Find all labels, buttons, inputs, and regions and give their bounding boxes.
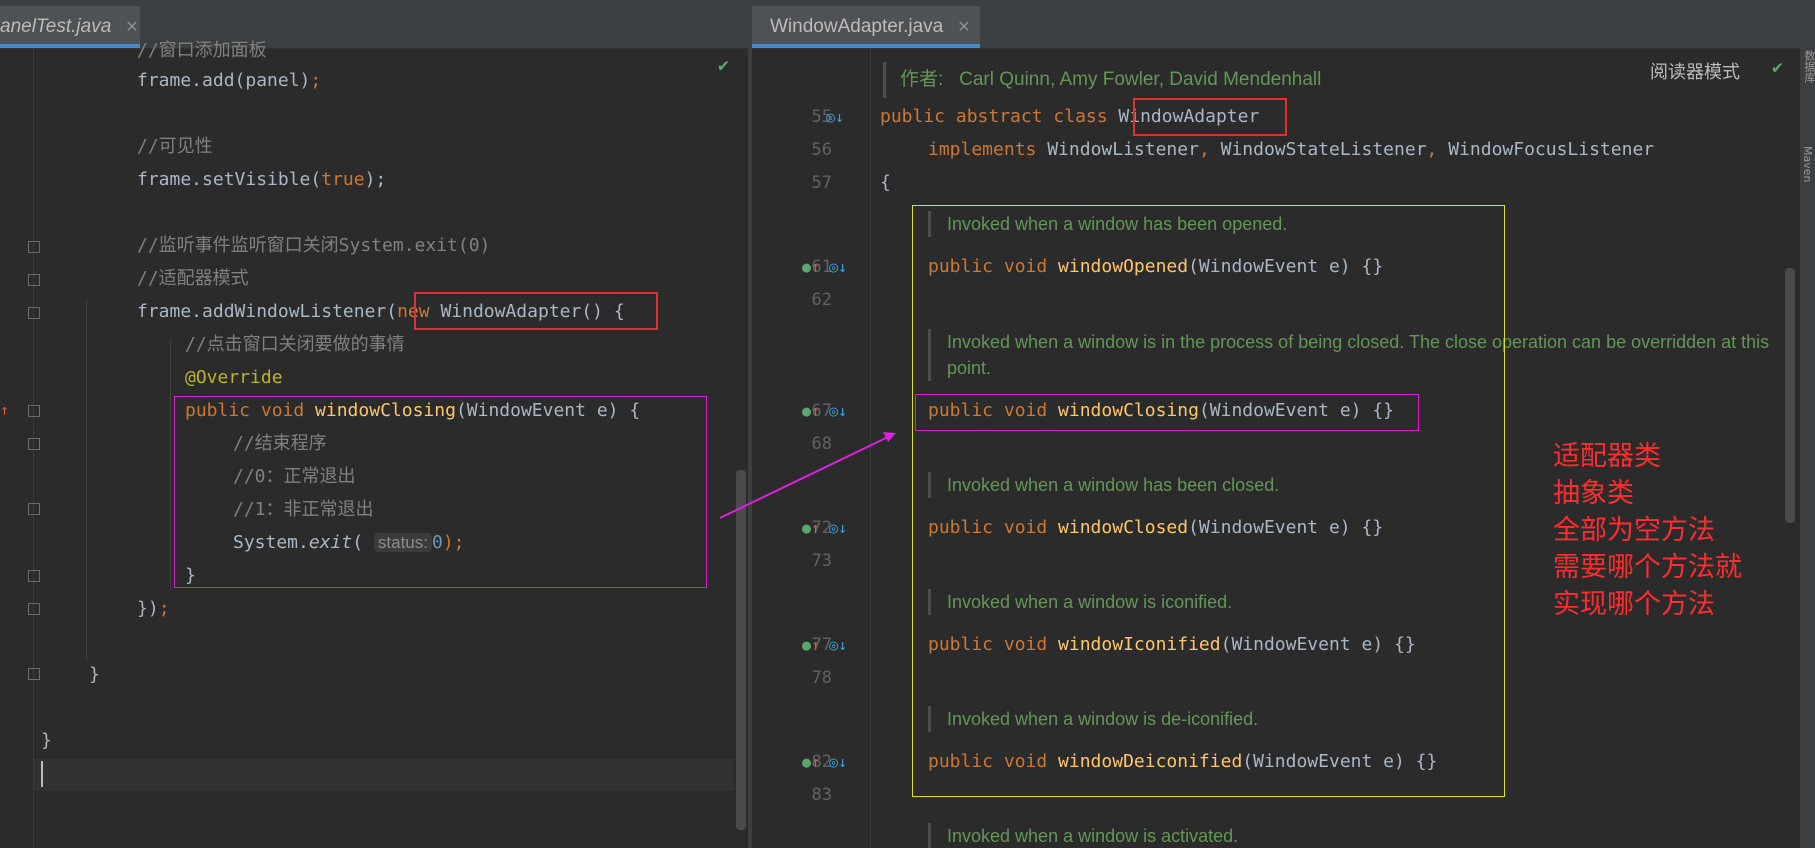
tab-paneltest[interactable]: anelTest.java ✕: [0, 6, 140, 48]
close-icon[interactable]: ✕: [957, 17, 970, 37]
close-icon[interactable]: ✕: [125, 17, 138, 37]
fold-icon[interactable]: [28, 603, 40, 615]
active-tab-indicator: [0, 44, 140, 48]
line-number: 73: [811, 551, 832, 571]
code-line: //可见性: [137, 136, 213, 157]
code-line: }: [41, 730, 52, 751]
caret-row-highlight: [34, 759, 734, 791]
code-line: {: [880, 172, 891, 193]
check-icon: ✔: [1772, 57, 1783, 78]
highlight-class-name: [1133, 98, 1287, 136]
check-icon: ✔: [718, 55, 729, 76]
right-tab-bar: WindowAdapter.java ✕: [752, 0, 1815, 49]
indent-guide: [170, 340, 171, 590]
annotation-text: 适配器类 抽象类 全部为空方法 需要哪个方法就 实现哪个方法: [1553, 441, 1742, 620]
line-number: 62: [811, 290, 832, 310]
code-line: });: [137, 598, 170, 619]
gutter-icons[interactable]: ●↑ ◎↓: [802, 401, 847, 421]
fold-icon[interactable]: [28, 274, 40, 286]
code-line: //监听事件监听窗口关闭System.exit(0): [137, 235, 491, 256]
line-number: 56: [811, 140, 832, 160]
fold-icon[interactable]: [28, 307, 40, 319]
doc-author: 作者: Carl Quinn, Amy Fowler, David Menden…: [883, 62, 1321, 98]
text-caret: [41, 761, 43, 787]
tab-label: anelTest.java: [0, 16, 112, 37]
indent-guide: [86, 300, 87, 660]
code-line: }: [89, 664, 100, 685]
gutter-icons[interactable]: ●↑ ◎↓: [802, 752, 847, 772]
gutter-icons[interactable]: ●↑ ◎↓: [802, 635, 847, 655]
code-line: //点击窗口关闭要做的事情: [185, 334, 405, 355]
fold-icon[interactable]: [28, 241, 40, 253]
highlight-new-windowadapter: [414, 292, 658, 330]
line-number: 78: [811, 668, 832, 688]
code-line: @Override: [185, 367, 283, 388]
left-tab-bar: anelTest.java ✕: [0, 0, 748, 49]
highlight-windowclosing-impl: [174, 396, 707, 588]
annotation-arrow: [719, 432, 896, 519]
doc-comment: Invoked when a window is activated.: [928, 823, 1777, 848]
tab-label: WindowAdapter.java: [770, 16, 944, 37]
code-line: //适配器模式: [137, 268, 249, 289]
left-editor-pane: anelTest.java ✕ ↑ ✔ //窗口添加面板 frame.add(p…: [0, 0, 748, 848]
fold-icon[interactable]: [28, 668, 40, 680]
tab-windowadapter[interactable]: WindowAdapter.java ✕: [752, 6, 980, 48]
code-line: frame.add(panel);: [137, 70, 322, 91]
right-tool-strip: 数据库 Maven: [1800, 48, 1815, 848]
subclass-gutter-icon[interactable]: ◎↓: [826, 107, 844, 127]
code-line: frame.setVisible(true);: [137, 169, 387, 190]
right-editor-pane: WindowAdapter.java ✕ 作者: Carl Quinn, Amy…: [752, 0, 1815, 848]
line-number: 83: [811, 785, 832, 805]
fold-icon[interactable]: [28, 405, 40, 417]
fold-icon[interactable]: [28, 438, 40, 450]
line-number: 57: [811, 173, 832, 193]
right-scrollbar[interactable]: [1785, 268, 1795, 523]
tool-window-database[interactable]: 数据库: [1801, 50, 1815, 100]
override-arrow-icon[interactable]: ↑: [0, 400, 9, 420]
reader-mode-label[interactable]: 阅读器模式: [1650, 58, 1740, 84]
fold-icon[interactable]: [28, 570, 40, 582]
fold-icon[interactable]: [28, 503, 40, 515]
gutter-icons[interactable]: ●↑ ◎↓: [802, 257, 847, 277]
active-tab-indicator: [752, 44, 980, 48]
tool-window-maven[interactable]: Maven: [1801, 146, 1814, 206]
code-line: //窗口添加面板: [137, 40, 267, 61]
code-line: implements WindowListener, WindowStateLi…: [928, 139, 1655, 160]
highlight-empty-methods: [912, 205, 1505, 797]
